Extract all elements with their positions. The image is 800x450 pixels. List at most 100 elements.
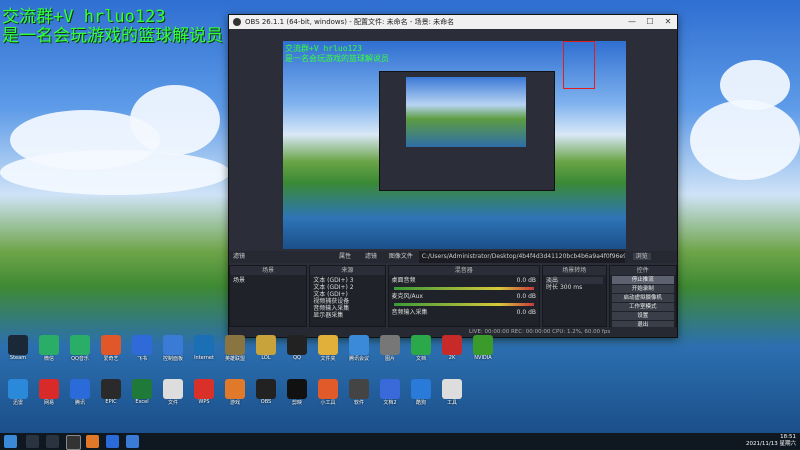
task-view-icon[interactable] — [46, 435, 59, 448]
app-taskbar-icon[interactable] — [106, 435, 119, 448]
duration-label: 时长 — [546, 284, 559, 291]
desktop-icon[interactable]: Excel — [128, 379, 156, 405]
obs-window[interactable]: OBS 26.1.1 (64-bit, windows) - 配置文件: 未命名… — [228, 14, 678, 338]
browse-button[interactable]: 浏览 — [632, 253, 651, 260]
desktop-icon[interactable]: 控制面板 — [159, 335, 187, 362]
source-item[interactable]: 文本 (GDI+) 2 — [313, 284, 381, 291]
desktop-icon-label: 工具 — [446, 400, 457, 406]
duration-field[interactable]: 300 ms — [560, 284, 582, 291]
desktop-icon[interactable]: Internet — [190, 335, 218, 361]
scene-item[interactable]: 场景 — [233, 277, 303, 284]
studio-mode-button[interactable]: 工作室模式 — [611, 303, 674, 311]
desktop-icon-label: 文件夹 — [320, 356, 336, 362]
app-icon — [256, 335, 276, 355]
desktop-icon[interactable]: EPIC — [97, 379, 125, 405]
properties-button[interactable]: 属性 — [339, 253, 351, 260]
desktop-icon[interactable]: 腾讯会议 — [345, 335, 373, 362]
virtual-camera-button[interactable]: 启动虚拟摄像机 — [611, 294, 674, 302]
desktop-icon-label: Excel — [135, 399, 149, 405]
desktop-icon[interactable]: WPS — [190, 379, 218, 405]
desktop-icon[interactable]: NVIDIA — [469, 335, 497, 361]
source-item[interactable]: 视频捕获设备 — [313, 298, 381, 305]
obs-taskbar-icon[interactable] — [66, 435, 81, 450]
mixer-channel-db: 0.0 dB — [516, 293, 536, 300]
app-icon — [8, 379, 28, 399]
mixer-dock: 混音器 桌面音频 0.0 dB 麦克风/Aux 0.0 dB 音频输入采集 0.… — [387, 265, 540, 327]
source-item[interactable]: 文本 (GDI+) 3 — [313, 277, 381, 284]
image-path-field[interactable]: C:/Users/Administrator/Desktop/4b4f4d3d4… — [418, 251, 625, 263]
desktop-icon-label: 腾讯 — [74, 400, 85, 406]
browser-taskbar-icon[interactable] — [86, 435, 99, 448]
app-icon — [194, 335, 214, 355]
desktop-icon-label: WPS — [198, 399, 210, 405]
settings-button[interactable]: 设置 — [611, 312, 674, 320]
volume-meter[interactable] — [393, 287, 534, 290]
desktop-icon-label: 飞书 — [136, 356, 147, 362]
app-taskbar-icon[interactable] — [126, 435, 139, 448]
app-icon — [318, 379, 338, 399]
desktop-icon[interactable]: OBS — [252, 379, 280, 405]
desktop-icon[interactable]: 剪映 — [283, 379, 311, 406]
stop-stream-button[interactable]: 停止推流 — [611, 276, 674, 284]
maximize-icon[interactable]: ☐ — [641, 15, 659, 29]
app-icon — [39, 379, 59, 399]
obs-titlebar[interactable]: OBS 26.1.1 (64-bit, windows) - 配置文件: 未命名… — [229, 15, 677, 29]
overlay-line-2: 是一名会玩游戏的篮球解说员 — [2, 26, 223, 46]
taskbar-clock[interactable]: 18:51 2021/11/13 星期六 — [746, 434, 796, 448]
start-icon[interactable] — [4, 435, 17, 448]
desktop-icon[interactable]: 文件 — [159, 379, 187, 406]
obs-logo-icon — [233, 18, 241, 26]
app-icon — [473, 335, 493, 355]
desktop-icon-label: Internet — [194, 355, 214, 361]
filters-button[interactable]: 滤镜 — [365, 253, 377, 260]
cloud — [720, 60, 790, 110]
desktop-icon[interactable]: 迅雷 — [4, 379, 32, 406]
sources-dock-title: 来源 — [310, 266, 385, 275]
close-icon[interactable]: ✕ — [659, 15, 677, 29]
desktop-icon[interactable]: 腾讯 — [66, 379, 94, 406]
desktop-icon-label: 剪映 — [291, 400, 302, 406]
app-icon — [287, 335, 307, 355]
desktop-icon[interactable]: 工具 — [438, 379, 466, 406]
cloud — [690, 100, 800, 180]
mixer-channel-db: 0.0 dB — [516, 309, 536, 316]
desktop-icon[interactable]: 微信 — [35, 335, 63, 362]
mixer-channel-name: 麦克风/Aux — [391, 293, 423, 300]
volume-meter[interactable] — [393, 303, 534, 306]
desktop-icon[interactable]: 文档 — [407, 335, 435, 362]
desktop-icon[interactable]: QQ音乐 — [66, 335, 94, 362]
desktop-icon[interactable]: QQ — [283, 335, 311, 361]
desktop-icon[interactable]: 英雄联盟 — [221, 335, 249, 362]
desktop-icon[interactable]: 飞书 — [128, 335, 156, 362]
desktop-icon[interactable]: LOL — [252, 335, 280, 361]
app-icon — [70, 379, 90, 399]
desktop-icon[interactable]: 文件夹 — [314, 335, 342, 362]
desktop-icon[interactable]: Steam — [4, 335, 32, 361]
source-item[interactable]: 文本 (GDI+) — [313, 291, 381, 298]
desktop-icon[interactable]: 网易 — [35, 379, 63, 406]
obs-menubar[interactable] — [229, 29, 677, 40]
desktop-icon-label: 爱奇艺 — [103, 356, 119, 362]
source-item[interactable]: 显示器采集 — [313, 312, 381, 319]
selection-box[interactable] — [563, 41, 595, 89]
desktop-icon-label: 小工具 — [320, 400, 336, 406]
desktop-icon[interactable]: 2K — [438, 335, 466, 361]
controls-dock: 控件 停止推流 开始录制 启动虚拟摄像机 工作室模式 设置 退出 — [608, 265, 677, 329]
nested-obs-preview — [379, 71, 555, 191]
mixer-channel-db: 0.0 dB — [516, 277, 536, 284]
minimize-icon[interactable]: — — [623, 15, 641, 29]
desktop-icon[interactable]: 图片 — [376, 335, 404, 362]
desktop-icon[interactable]: 游戏 — [221, 379, 249, 406]
desktop-icon[interactable]: 爱奇艺 — [97, 335, 125, 362]
desktop-icon[interactable]: 文档2 — [376, 379, 404, 406]
desktop-icon[interactable]: 软件 — [345, 379, 373, 406]
desktop-icon[interactable]: 小工具 — [314, 379, 342, 406]
search-icon[interactable] — [26, 435, 39, 448]
app-icon — [163, 335, 183, 355]
source-item[interactable]: 音频输入采集 — [313, 305, 381, 312]
transition-select[interactable]: 淡出 — [546, 277, 603, 284]
start-recording-button[interactable]: 开始录制 — [611, 285, 674, 293]
desktop-icon-label: 迅雷 — [12, 400, 23, 406]
desktop-icon-label: 文档2 — [383, 400, 397, 406]
desktop-icon[interactable]: 酷狗 — [407, 379, 435, 406]
